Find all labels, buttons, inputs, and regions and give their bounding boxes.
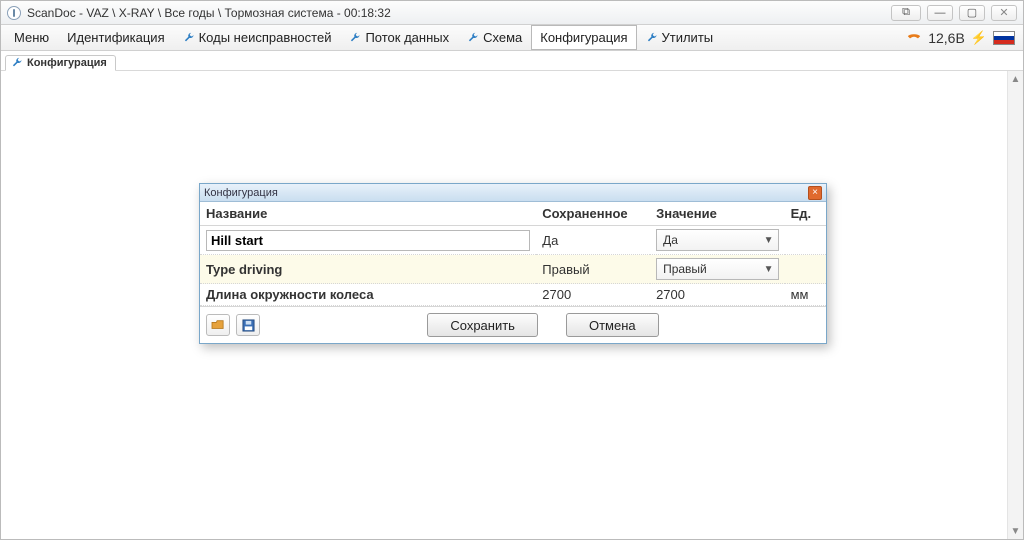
subtab-bar: Конфигурация	[1, 51, 1023, 71]
link-button[interactable]: ⧉	[891, 5, 921, 21]
col-header-value: Значение	[650, 202, 785, 226]
select-value: Да	[663, 233, 678, 247]
value-select[interactable]: Да ▼	[656, 229, 779, 251]
chevron-down-icon: ▼	[764, 264, 774, 275]
wrench-icon	[11, 57, 23, 69]
menu-item-datastream[interactable]: Поток данных	[340, 25, 458, 50]
unit-value: мм	[785, 284, 826, 306]
row-name: Type driving	[200, 255, 536, 284]
menu-label: Поток данных	[365, 30, 449, 45]
window-controls: ⧉ — ▢ ✕	[891, 5, 1017, 21]
scroll-up-arrow[interactable]: ▲	[1008, 71, 1023, 87]
menu-label: Меню	[14, 30, 49, 45]
saved-value: Правый	[542, 260, 589, 279]
row-name: Длина окружности колеса	[200, 284, 536, 306]
save-file-button[interactable]	[236, 314, 260, 336]
table-row: Да Да ▼	[200, 226, 826, 255]
subtab-configuration[interactable]: Конфигурация	[5, 55, 116, 71]
dialog-title: Конфигурация	[204, 187, 278, 199]
titlebar: ScanDoc - VAZ \ X-RAY \ Все годы \ Тормо…	[1, 1, 1023, 25]
col-header-saved: Сохраненное	[536, 202, 650, 226]
table-header-row: Название Сохраненное Значение Ед.	[200, 202, 826, 226]
wrench-icon	[183, 32, 195, 44]
cancel-button[interactable]: Отмена	[566, 313, 659, 337]
table-row: Type driving Правый Правый ▼	[200, 255, 826, 284]
select-value: Правый	[663, 262, 707, 276]
col-header-name: Название	[200, 202, 536, 226]
menu-label: Коды неисправностей	[199, 30, 332, 45]
open-file-button[interactable]	[206, 314, 230, 336]
flag-ru-icon[interactable]	[993, 31, 1015, 45]
app-icon	[7, 6, 21, 20]
unit-value	[785, 226, 826, 255]
status-right: 12,6В ⚡	[906, 25, 1023, 50]
menu-item-dtc[interactable]: Коды неисправностей	[174, 25, 341, 50]
menubar: Меню Идентификация Коды неисправностей П…	[1, 25, 1023, 51]
wrench-icon	[646, 32, 658, 44]
wrench-icon	[467, 32, 479, 44]
menu-label: Схема	[483, 30, 522, 45]
config-table: Название Сохраненное Значение Ед. Да Да ▼…	[200, 202, 826, 306]
vertical-scrollbar[interactable]: ▲ ▼	[1007, 71, 1023, 539]
chevron-down-icon: ▼	[764, 235, 774, 246]
table-row: Длина окружности колеса 2700 2700 мм	[200, 284, 826, 306]
subtab-label: Конфигурация	[27, 57, 107, 69]
menu-label: Конфигурация	[540, 30, 627, 45]
dialog-close-button[interactable]: ×	[808, 186, 822, 200]
scroll-down-arrow[interactable]: ▼	[1008, 523, 1023, 539]
menu-item-menu[interactable]: Меню	[5, 25, 58, 50]
workarea: ▲ ▼ Конфигурация × Название Сохраненное …	[1, 71, 1023, 539]
menu-label: Идентификация	[67, 30, 164, 45]
minimize-button[interactable]: —	[927, 5, 953, 21]
plug-icon: ⚡	[971, 30, 987, 46]
dialog-footer: Сохранить Отмена	[200, 306, 826, 343]
dialog-titlebar: Конфигурация ×	[200, 184, 826, 202]
maximize-button[interactable]: ▢	[959, 5, 985, 21]
close-button[interactable]: ✕	[991, 5, 1017, 21]
col-header-unit: Ед.	[785, 202, 826, 226]
menu-item-schema[interactable]: Схема	[458, 25, 531, 50]
menu-item-configuration[interactable]: Конфигурация	[531, 25, 636, 50]
window-title: ScanDoc - VAZ \ X-RAY \ Все годы \ Тормо…	[27, 6, 391, 20]
value-select[interactable]: Правый ▼	[656, 258, 779, 280]
save-button[interactable]: Сохранить	[427, 313, 538, 337]
app-window: ScanDoc - VAZ \ X-RAY \ Все годы \ Тормо…	[0, 0, 1024, 540]
menu-item-identification[interactable]: Идентификация	[58, 25, 173, 50]
row-name-input[interactable]	[206, 230, 530, 251]
saved-value: 2700	[542, 285, 571, 304]
saved-value: Да	[542, 231, 558, 250]
wrench-icon	[349, 32, 361, 44]
unit-value	[785, 255, 826, 284]
menu-item-utilities[interactable]: Утилиты	[637, 25, 723, 50]
phone-icon	[906, 31, 922, 45]
configuration-dialog: Конфигурация × Название Сохраненное Знач…	[199, 183, 827, 344]
menu-label: Утилиты	[662, 30, 714, 45]
value-text: 2700	[656, 285, 685, 304]
voltage-value: 12,6В	[928, 30, 965, 46]
